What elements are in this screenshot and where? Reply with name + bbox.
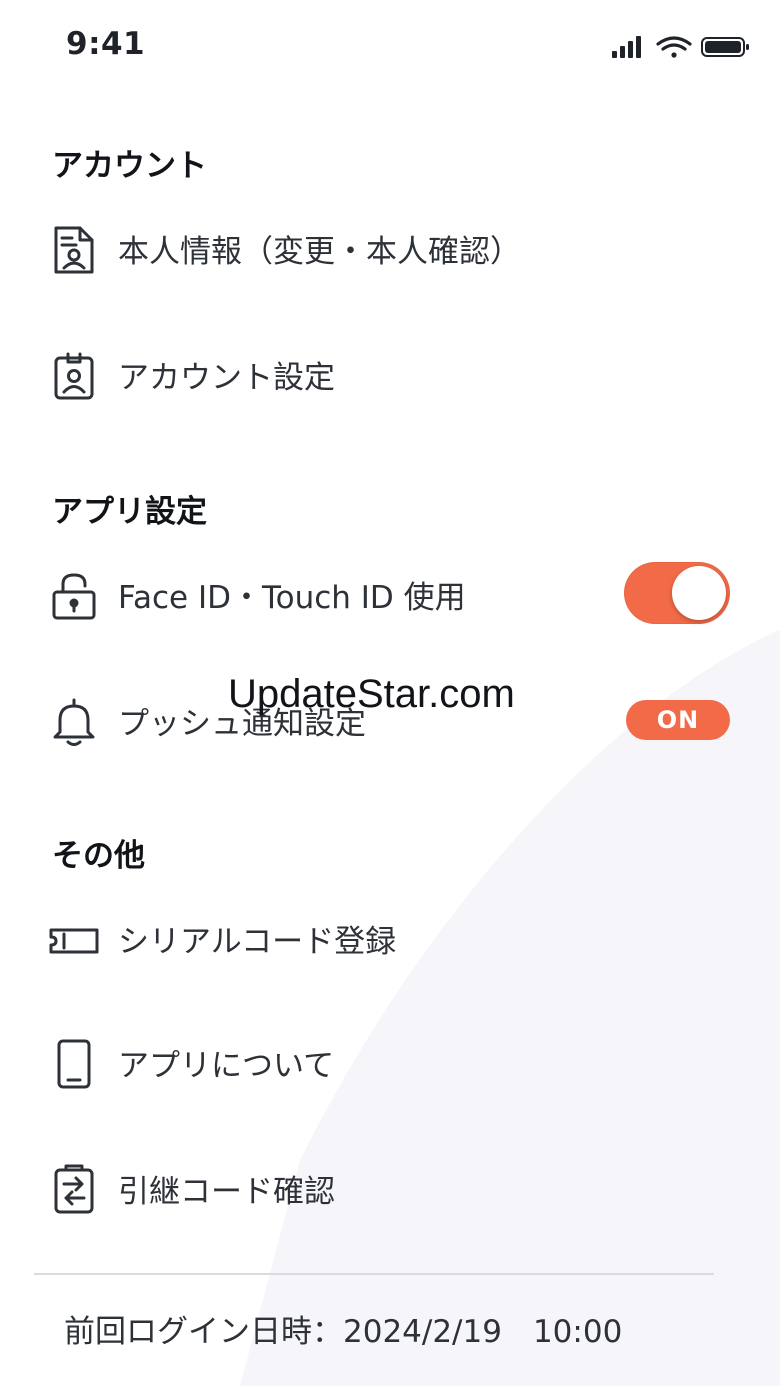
- last-login-text: 前回ログイン日時：2024/2/19 10:00: [64, 1314, 623, 1350]
- smartphone-icon: [57, 1039, 91, 1089]
- menu-item-label: アプリについて: [118, 1048, 335, 1084]
- menu-item-personal-info[interactable]: 本人情報（変更・本人確認）: [0, 204, 780, 294]
- menu-item-label: シリアルコード登録: [118, 924, 397, 960]
- menu-item-label: アカウント設定: [118, 360, 335, 396]
- id-document-icon: [54, 226, 94, 274]
- menu-item-transfer-code[interactable]: 引継コード確認: [0, 1144, 780, 1234]
- menu-item-label: 本人情報（変更・本人確認）: [118, 234, 521, 270]
- face-id-toggle[interactable]: [624, 562, 730, 624]
- status-icons: [612, 36, 749, 58]
- menu-item-account-settings[interactable]: アカウント設定: [0, 330, 780, 420]
- bell-icon: [53, 698, 95, 746]
- cellular-signal-icon: [612, 36, 641, 58]
- toggle-knob: [672, 566, 726, 620]
- section-header-app-settings: アプリ設定: [52, 494, 207, 530]
- push-notification-status-badge[interactable]: ON: [626, 700, 730, 740]
- section-header-other: その他: [52, 838, 145, 874]
- battery-icon: [701, 37, 749, 57]
- unlock-icon: [52, 573, 96, 620]
- menu-item-label: Face ID・Touch ID 使用: [118, 580, 466, 616]
- section-header-account: アカウント: [52, 148, 207, 184]
- footer-divider: [34, 1273, 714, 1275]
- status-time: 9:41: [66, 26, 146, 62]
- menu-item-label: 引継コード確認: [118, 1174, 335, 1210]
- status-bar: 9:41: [0, 0, 780, 92]
- id-badge-icon: [54, 352, 94, 400]
- menu-item-about-app[interactable]: アプリについて: [0, 1018, 780, 1108]
- transfer-icon: [54, 1164, 94, 1214]
- wifi-icon: [656, 36, 692, 58]
- menu-item-serial-code[interactable]: シリアルコード登録: [0, 894, 780, 984]
- ticket-icon: [49, 928, 99, 954]
- watermark-text: UpdateStar.com: [228, 672, 515, 716]
